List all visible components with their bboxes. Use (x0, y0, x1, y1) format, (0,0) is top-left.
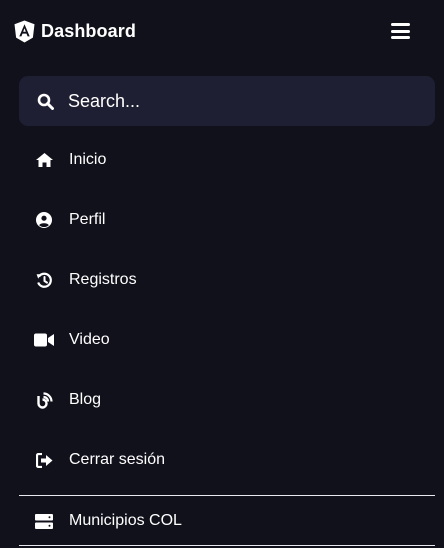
brand[interactable]: Dashboard (14, 20, 136, 43)
user-circle-icon (34, 210, 54, 230)
sidebar-item-label: Video (69, 331, 110, 348)
sidebar-item-label: Registros (69, 271, 137, 288)
sidebar-item-perfil[interactable]: Perfil (0, 190, 444, 250)
video-camera-icon (34, 330, 54, 350)
sidebar-item-cerrar-sesion[interactable]: Cerrar sesión (0, 430, 444, 490)
sidebar-item-label: Cerrar sesión (69, 451, 166, 468)
sign-out-icon (34, 450, 54, 470)
server-icon (34, 511, 54, 531)
app-title: Dashboard (41, 20, 136, 41)
sidebar-item-inicio[interactable]: Inicio (0, 130, 444, 190)
sidebar: Dashboard Inicio (0, 0, 444, 548)
divider (19, 495, 435, 496)
sidebar-item-label: Municipios COL (69, 512, 182, 529)
angular-logo-icon (14, 20, 35, 42)
sidebar-item-registros[interactable]: Registros (0, 250, 444, 310)
search-input[interactable] (68, 86, 388, 116)
search-icon (37, 93, 54, 110)
divider (19, 545, 435, 546)
sidebar-item-label: Blog (69, 391, 102, 408)
hamburger-menu-icon[interactable] (391, 23, 410, 39)
sidebar-item-blog[interactable]: Blog (0, 370, 444, 430)
home-icon (34, 150, 54, 170)
history-icon (34, 270, 54, 290)
blog-icon (34, 390, 54, 410)
sidebar-header: Dashboard (0, 0, 444, 62)
sidebar-item-label: Inicio (69, 151, 107, 168)
sidebar-item-video[interactable]: Video (0, 310, 444, 370)
sidebar-extra: Municipios COL (0, 497, 444, 545)
search-box[interactable] (19, 76, 435, 126)
sidebar-item-label: Perfil (69, 211, 106, 228)
sidebar-nav: Inicio Perfil Registros Video Blog Cerra… (0, 130, 444, 490)
sidebar-item-municipios-col[interactable]: Municipios COL (0, 497, 444, 545)
